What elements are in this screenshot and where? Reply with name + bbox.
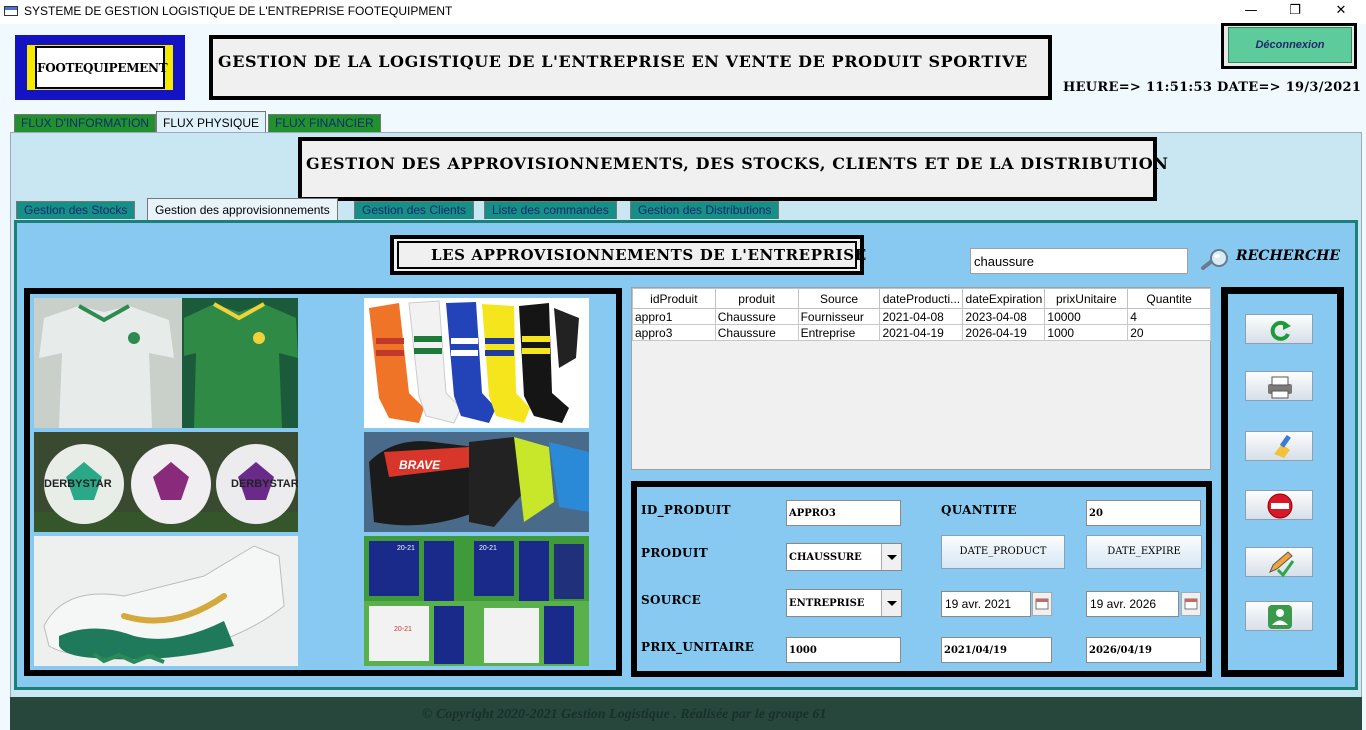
boots-image: [34, 536, 298, 666]
minimize-button[interactable]: —: [1228, 0, 1274, 22]
source-select-value: ENTREPRISE: [789, 598, 865, 609]
tab-gestion-stocks[interactable]: Gestion des Stocks: [16, 201, 136, 219]
prix-unitaire-label: PRIX_UNITAIRE: [641, 640, 755, 654]
copyright-text: © Copyright 2020-2021 Gestion Logistique…: [422, 707, 827, 722]
date-expire-button[interactable]: DATE_EXPIRE: [1086, 535, 1202, 569]
add-user-icon: [1268, 605, 1292, 629]
socks-image: [364, 298, 589, 428]
table-cell: 20: [1127, 324, 1211, 341]
table-cell: 1000: [1044, 324, 1129, 341]
date-production-picker[interactable]: 19 avr. 2021: [941, 591, 1031, 617]
column-header[interactable]: produit: [714, 288, 799, 309]
table-cell: Chaussure: [714, 324, 799, 341]
balls-image: DERBYSTAR DERBYSTAR: [34, 432, 298, 532]
refresh-icon: [1270, 320, 1291, 341]
tracksuits-image: 20-21 20-21 20-21: [364, 536, 589, 666]
window-title: SYSTEME DE GESTION LOGISTIQUE DE L'ENTRE…: [24, 4, 453, 18]
table-header-row: idProduit produit Source dateProducti...…: [632, 288, 1211, 309]
tab-flux-physique[interactable]: FLUX PHYSIQUE: [156, 111, 267, 133]
table-cell: Fournisseur: [797, 308, 881, 325]
search-icon[interactable]: [1199, 248, 1231, 272]
add-button[interactable]: [1245, 601, 1313, 631]
calendar-icon[interactable]: [1032, 592, 1052, 616]
broom-icon: [1274, 434, 1291, 458]
id-produit-input[interactable]: APPRO3: [786, 500, 901, 526]
tab-gestion-approvisionnements[interactable]: Gestion des approvisionnements: [147, 198, 338, 220]
date-expiration-picker[interactable]: 19 avr. 2026: [1086, 591, 1179, 617]
table-cell: 4: [1127, 308, 1211, 325]
panel-title: LES APPROVISIONNEMENTS DE L'ENTREPRISE: [431, 246, 867, 264]
stop-icon: [1267, 493, 1293, 519]
produit-select[interactable]: CHAUSSURE: [786, 543, 902, 571]
tab-liste-commandes[interactable]: Liste des commandes: [484, 201, 617, 219]
close-button[interactable]: ✕: [1318, 0, 1364, 22]
id-produit-label: ID_PRODUIT: [641, 503, 731, 517]
printer-icon: [1268, 376, 1292, 399]
logo: FOOTEQUIPEMENT: [35, 46, 168, 89]
print-button[interactable]: [1245, 371, 1313, 401]
table-cell: 10000: [1044, 308, 1129, 325]
table-cell: 2026-04-19: [962, 324, 1046, 341]
calendar-icon[interactable]: [1181, 592, 1201, 616]
edit-button[interactable]: [1245, 547, 1313, 578]
date-product-button[interactable]: DATE_PRODUCT: [941, 535, 1065, 569]
source-label: SOURCE: [641, 593, 702, 607]
pencil-icon: [1269, 551, 1295, 578]
table-row[interactable]: appro1 Chaussure Fournisseur 2021-04-08 …: [632, 308, 1211, 325]
chevron-down-icon[interactable]: [881, 590, 901, 616]
kit-season-label: 20-21: [397, 545, 415, 552]
app-icon: [4, 6, 18, 16]
table-cell: appro3: [632, 324, 716, 341]
column-header[interactable]: dateExpiration: [962, 288, 1046, 309]
refresh-button[interactable]: [1245, 314, 1313, 344]
column-header[interactable]: idProduit: [632, 288, 716, 309]
column-header[interactable]: Quantite: [1127, 288, 1211, 309]
tab-flux-financier[interactable]: FLUX FINANCIER: [268, 114, 381, 132]
tab-flux-information[interactable]: FLUX D'INFORMATION: [14, 114, 157, 132]
tab-gestion-distributions[interactable]: Gestion des Distributions: [630, 201, 780, 219]
clock-readout: HEURE=> 11:51:53 DATE=> 19/3/2021: [1063, 80, 1362, 95]
produit-select-value: CHAUSSURE: [789, 552, 862, 563]
table-row[interactable]: appro3 Chaussure Entreprise 2021-04-19 2…: [632, 324, 1211, 341]
search-label[interactable]: RECHERCHE: [1236, 248, 1340, 264]
jerseys-image: [34, 298, 298, 428]
table-cell: 2021-04-08: [879, 308, 964, 325]
kit-season-label: 20-21: [394, 626, 412, 633]
date-production-text[interactable]: 2021/04/19: [941, 637, 1052, 663]
window-titlebar: SYSTEME DE GESTION LOGISTIQUE DE L'ENTRE…: [0, 0, 1366, 24]
table-cell: appro1: [632, 308, 716, 325]
prix-unitaire-input[interactable]: 1000: [786, 637, 901, 663]
section-title: GESTION DES APPROVISIONNEMENTS, DES STOC…: [306, 154, 1169, 173]
delete-button[interactable]: [1245, 490, 1313, 520]
produit-label: PRODUIT: [641, 546, 708, 560]
table-cell: Entreprise: [797, 324, 881, 341]
table-cell: 2021-04-19: [879, 324, 964, 341]
table-cell: Chaussure: [714, 308, 799, 325]
glove-brand-label: BRAVE: [399, 458, 441, 472]
supplies-table[interactable]: idProduit produit Source dateProducti...…: [631, 287, 1211, 470]
quantite-input[interactable]: 20: [1086, 500, 1201, 526]
column-header[interactable]: prixUnitaire: [1044, 288, 1129, 309]
column-header[interactable]: Source: [797, 288, 881, 309]
ball-brand-label: DERBYSTAR: [44, 478, 112, 490]
search-input[interactable]: chaussure: [970, 248, 1188, 274]
quantite-label: QUANTITE: [941, 503, 1017, 517]
logout-button[interactable]: Déconnexion: [1228, 27, 1352, 63]
gloves-image: BRAVE: [364, 432, 589, 532]
ball-brand-label: DERBYSTAR: [231, 478, 298, 490]
table-cell: 2023-04-08: [962, 308, 1046, 325]
page-title: GESTION DE LA LOGISTIQUE DE L'ENTREPRISE…: [218, 52, 1028, 71]
clear-button[interactable]: [1245, 431, 1313, 461]
date-expiration-text[interactable]: 2026/04/19: [1086, 637, 1201, 663]
chevron-down-icon[interactable]: [881, 544, 901, 570]
source-select[interactable]: ENTREPRISE: [786, 589, 902, 617]
maximize-button[interactable]: ❐: [1272, 0, 1318, 22]
column-header[interactable]: dateProducti...: [879, 288, 964, 309]
tab-gestion-clients[interactable]: Gestion des Clients: [354, 201, 475, 219]
kit-season-label: 20-21: [479, 545, 497, 552]
